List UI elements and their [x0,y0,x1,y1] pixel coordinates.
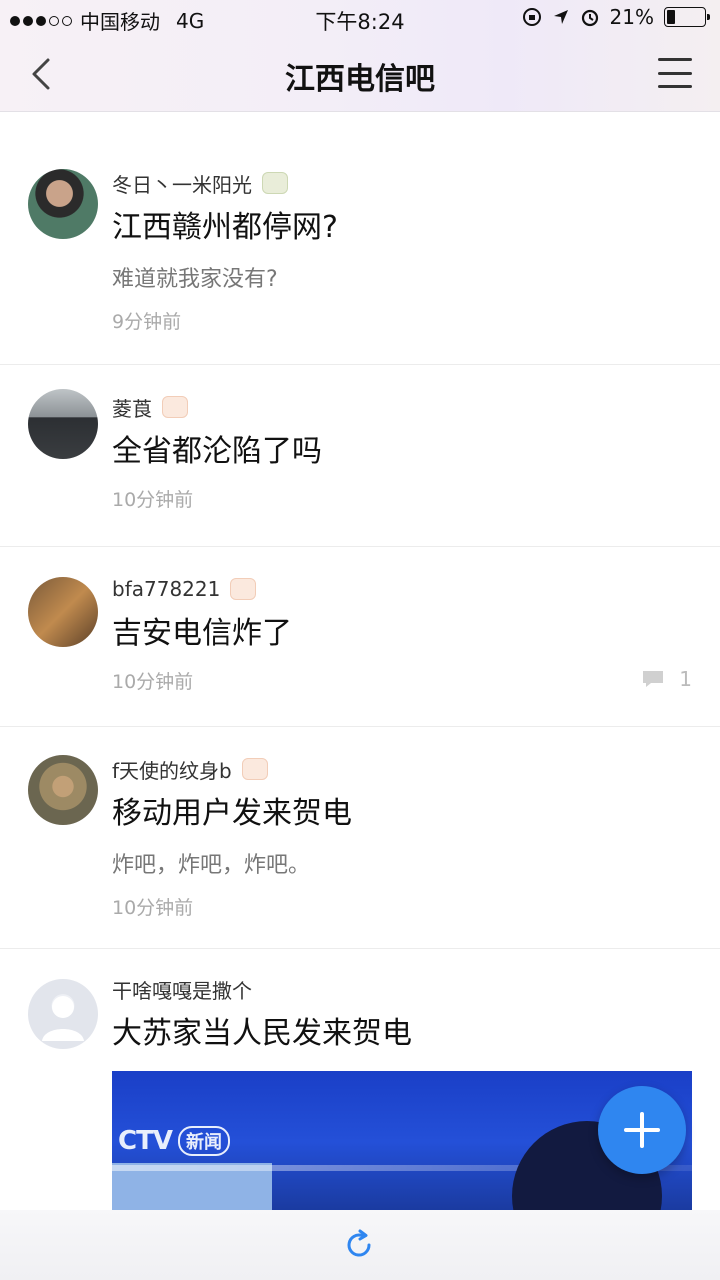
alarm-clock-icon [581,9,598,27]
post-excerpt: 炸吧，炸吧，炸吧。 [112,853,311,878]
post-title[interactable]: 移动用户发来贺电 [112,795,692,833]
post-title[interactable]: 全省都沦陷了吗 [112,433,692,471]
avatar[interactable] [28,979,98,1049]
author-name[interactable]: bfa778221 [112,577,220,601]
post-time: 10分钟前 [112,671,194,693]
hamburger-menu-icon[interactable] [658,58,692,88]
comment-count-label: 1 [679,667,692,691]
post-title[interactable]: 江西赣州都停网? [112,209,692,247]
level-badge-icon [262,172,288,194]
post-time: 9分钟前 [112,311,182,333]
comment-count[interactable]: 1 [641,667,692,691]
post-time: 10分钟前 [112,489,194,511]
comment-bubble-icon [643,671,664,687]
battery-icon [664,7,710,27]
post-item[interactable]: 冬日丶一米阳光 江西赣州都停网? 难道就我家没有? 9分钟前 [0,113,720,365]
author-name[interactable]: f天使的纹身b [112,755,232,784]
post-title[interactable]: 大苏家当人民发来贺电 [112,1015,692,1053]
avatar[interactable] [28,755,98,825]
level-badge-icon [230,578,257,600]
author-name[interactable]: 干啥嘎嘎是撒个 [112,975,252,1004]
post-item[interactable]: f天使的纹身b 移动用户发来贺电 炸吧，炸吧，炸吧。 10分钟前 [0,727,720,949]
top-bar: 中国移动 4G 下午8:24 21% 江西电信吧 [0,0,720,112]
status-right: 21% [522,5,710,29]
status-bar: 中国移动 4G 下午8:24 21% [0,0,720,36]
page-title: 江西电信吧 [285,62,435,97]
add-post-plus-icon[interactable] [598,1086,686,1174]
location-arrow-icon [553,10,568,24]
level-badge-icon [241,758,268,780]
battery-percent: 21% [609,5,654,29]
level-badge-icon [162,396,188,418]
nav-bar: 江西电信吧 [0,36,720,112]
refresh-icon[interactable] [342,1228,376,1262]
rotation-lock-icon [522,8,541,26]
post-excerpt: 难道就我家没有? [112,267,278,292]
post-time: 10分钟前 [112,897,194,919]
post-item[interactable]: 菱莨 全省都沦陷了吗 10分钟前 [0,365,720,547]
tv-logo: CTV 新闻 [118,1123,238,1159]
avatar[interactable] [28,389,98,459]
author-name[interactable]: 冬日丶一米阳光 [112,169,252,198]
default-avatar-icon [42,996,84,1041]
post-title[interactable]: 吉安电信炸了 [112,615,692,653]
avatar[interactable] [28,169,98,239]
post-item[interactable]: bfa778221 吉安电信炸了 10分钟前 1 [0,547,720,727]
author-name[interactable]: 菱莨 [112,393,152,422]
avatar[interactable] [28,577,98,647]
